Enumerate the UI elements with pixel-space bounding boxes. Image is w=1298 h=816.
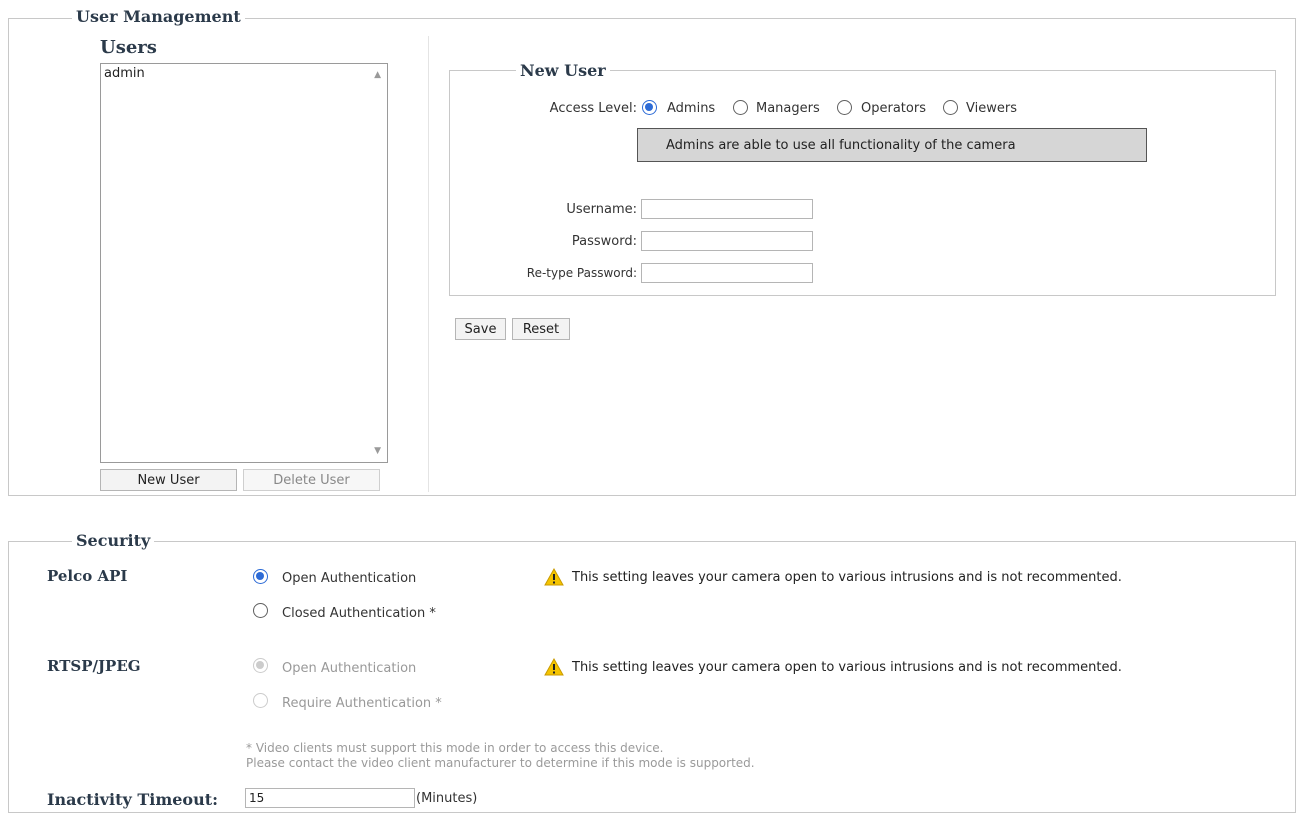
- rtsp-require-auth-label: Require Authentication *: [282, 696, 442, 711]
- password-input[interactable]: [641, 231, 813, 251]
- note-line-2: Please contact the video client manufact…: [246, 756, 755, 770]
- rtsp-warning: This setting leaves your camera open to …: [544, 658, 1122, 676]
- save-button[interactable]: Save: [455, 318, 506, 340]
- rtsp-jpeg-label: RTSP/JPEG: [47, 657, 141, 675]
- access-viewers-radio[interactable]: [943, 100, 958, 115]
- access-admins-label: Admins: [667, 101, 716, 116]
- password-label: Password:: [571, 234, 637, 249]
- authentication-note: * Video clients must support this mode i…: [246, 741, 755, 771]
- access-managers-radio[interactable]: [733, 100, 748, 115]
- access-operators-label: Operators: [861, 101, 926, 116]
- pelco-open-auth-radio[interactable]: [253, 569, 268, 584]
- username-label: Username:: [566, 202, 637, 217]
- pelco-api-label: Pelco API: [47, 567, 128, 585]
- access-managers-label: Managers: [756, 101, 820, 116]
- warning-icon: [544, 658, 564, 676]
- pelco-closed-auth-label: Closed Authentication *: [282, 606, 436, 621]
- access-level-description: Admins are able to use all functionality…: [637, 128, 1147, 162]
- pelco-warning-text: This setting leaves your camera open to …: [572, 569, 1122, 585]
- pelco-warning: This setting leaves your camera open to …: [544, 568, 1122, 586]
- warning-icon: [544, 568, 564, 586]
- rtsp-open-auth-radio[interactable]: [253, 658, 268, 673]
- inactivity-unit-label: (Minutes): [416, 791, 478, 806]
- scroll-down-arrow-icon[interactable]: ▼: [374, 446, 381, 456]
- retype-password-label: Re-type Password:: [526, 266, 637, 280]
- list-item-user[interactable]: admin: [104, 66, 145, 81]
- pelco-open-auth-label: Open Authentication: [282, 571, 417, 586]
- rtsp-warning-text: This setting leaves your camera open to …: [572, 659, 1122, 675]
- access-admins-radio[interactable]: [642, 100, 657, 115]
- username-input[interactable]: [641, 199, 813, 219]
- user-management-legend: User Management: [72, 7, 245, 26]
- new-user-legend: New User: [516, 61, 610, 80]
- rtsp-require-auth-radio[interactable]: [253, 693, 268, 708]
- retype-password-input[interactable]: [641, 263, 813, 283]
- inactivity-timeout-label: Inactivity Timeout:: [47, 790, 219, 809]
- user-list[interactable]: admin ▲ ▼: [100, 63, 388, 463]
- delete-user-button[interactable]: Delete User: [243, 469, 380, 491]
- pelco-closed-auth-radio[interactable]: [253, 603, 268, 618]
- panel-divider: [428, 36, 429, 492]
- rtsp-open-auth-label: Open Authentication: [282, 661, 417, 676]
- access-operators-radio[interactable]: [837, 100, 852, 115]
- reset-button[interactable]: Reset: [512, 318, 570, 340]
- access-viewers-label: Viewers: [966, 101, 1017, 116]
- scroll-up-arrow-icon[interactable]: ▲: [374, 70, 381, 80]
- note-line-1: * Video clients must support this mode i…: [246, 741, 664, 755]
- security-legend: Security: [72, 531, 155, 550]
- access-level-label: Access Level:: [549, 101, 637, 116]
- users-title: Users: [100, 37, 157, 58]
- inactivity-timeout-input[interactable]: [245, 788, 415, 808]
- new-user-button[interactable]: New User: [100, 469, 237, 491]
